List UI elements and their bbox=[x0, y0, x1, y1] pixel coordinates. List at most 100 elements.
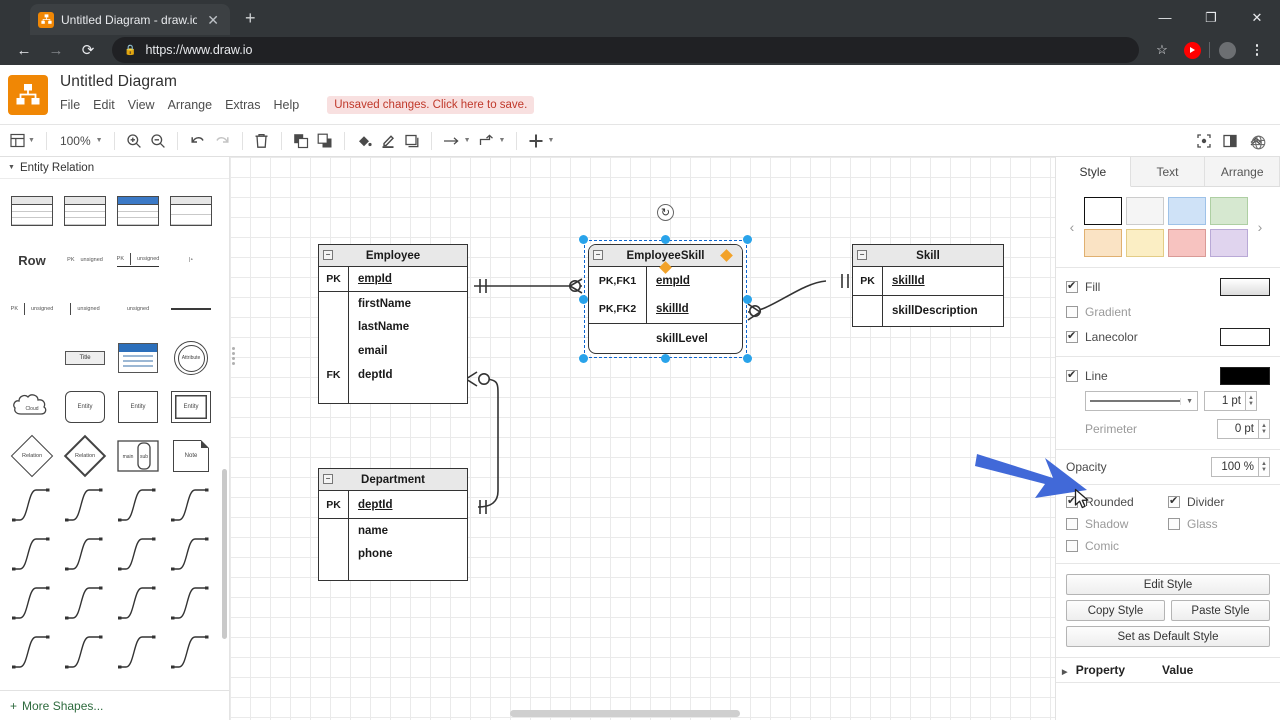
swatch-blue[interactable] bbox=[1168, 197, 1206, 225]
shape-table-3[interactable] bbox=[112, 187, 164, 235]
menu-view[interactable]: View bbox=[128, 98, 155, 112]
shape-relation-end[interactable]: |∘ bbox=[165, 236, 217, 284]
shape-divider-line[interactable] bbox=[165, 285, 217, 333]
shape-curve-11[interactable] bbox=[112, 579, 164, 627]
resize-handle-sw[interactable] bbox=[579, 354, 588, 363]
shape-pk-unsigned-3[interactable]: PK unsigned bbox=[6, 285, 58, 333]
shape-curve-8[interactable] bbox=[165, 530, 217, 578]
triangle-down-icon[interactable]: ▼ bbox=[8, 164, 15, 171]
collapse-minus-icon[interactable]: − bbox=[857, 250, 867, 260]
maximize-button[interactable]: ❐ bbox=[1188, 0, 1234, 35]
line-color-button[interactable] bbox=[1220, 367, 1270, 385]
opacity-value[interactable]: 100 % bbox=[1211, 457, 1259, 477]
waypoints-icon[interactable]: ▼ bbox=[475, 128, 510, 154]
entity-row[interactable]: PK empId bbox=[319, 267, 467, 291]
swatch-red[interactable] bbox=[1168, 229, 1206, 257]
opacity-stepper[interactable]: 100 % ▲ ▼ bbox=[1211, 457, 1270, 477]
rotate-icon[interactable]: ↻ bbox=[657, 204, 674, 221]
profile-avatar[interactable] bbox=[1214, 37, 1240, 63]
new-tab-button[interactable]: + bbox=[245, 9, 256, 27]
insert-plus-icon[interactable]: ▼ bbox=[524, 128, 558, 154]
globe-icon[interactable] bbox=[1251, 135, 1266, 153]
entity-header[interactable]: − Employee bbox=[319, 245, 467, 267]
address-bar[interactable]: 🔒 https://www.draw.io bbox=[112, 37, 1139, 63]
chevron-down-icon[interactable]: ▼ bbox=[96, 137, 103, 144]
resize-handle-w[interactable] bbox=[579, 295, 588, 304]
entity-skill[interactable]: − Skill PK skillId skillDescription bbox=[852, 244, 1004, 327]
resize-handle-e[interactable] bbox=[743, 295, 752, 304]
undo-icon[interactable] bbox=[185, 128, 210, 154]
entity-header[interactable]: − Department bbox=[319, 469, 467, 491]
stepper-arrows-icon[interactable]: ▲ ▼ bbox=[1259, 419, 1270, 439]
swatch-orange[interactable] bbox=[1084, 229, 1122, 257]
entity-row[interactable]: PK,FK2 skillId bbox=[589, 295, 742, 323]
document-title[interactable]: Untitled Diagram bbox=[60, 73, 534, 91]
shapes-scrollbar[interactable] bbox=[222, 469, 227, 639]
send-to-back-icon[interactable] bbox=[313, 128, 337, 154]
resize-handle-ne[interactable] bbox=[743, 235, 752, 244]
shape-entity-window[interactable] bbox=[112, 334, 164, 382]
line-width-value[interactable]: 1 pt bbox=[1204, 391, 1246, 411]
tab-close-icon[interactable]: ✕ bbox=[204, 11, 222, 29]
entity-row[interactable]: lastName bbox=[319, 315, 467, 339]
browser-tab[interactable]: Untitled Diagram - draw.io ✕ bbox=[30, 4, 230, 35]
forward-button[interactable]: → bbox=[42, 36, 70, 64]
edit-style-button[interactable]: Edit Style bbox=[1066, 574, 1270, 595]
copy-style-button[interactable]: Copy Style bbox=[1066, 600, 1165, 621]
shape-curve-3[interactable] bbox=[112, 481, 164, 529]
entity-row[interactable]: name bbox=[319, 518, 467, 542]
canvas-horizontal-scrollbar[interactable] bbox=[510, 710, 740, 717]
shape-curve-12[interactable] bbox=[165, 579, 217, 627]
chevron-down-icon[interactable]: ▼ bbox=[547, 137, 554, 144]
entity-employeeskill[interactable]: − EmployeeSkill PK,FK1 empId PK,FK2 skil… bbox=[579, 204, 752, 363]
line-color-icon[interactable] bbox=[376, 128, 400, 154]
more-shapes-button[interactable]: + More Shapes... bbox=[0, 690, 229, 720]
shape-pk-unsigned-2[interactable]: PK unsigned bbox=[112, 236, 164, 284]
shape-curve-13[interactable] bbox=[6, 628, 58, 676]
glass-checkbox[interactable] bbox=[1168, 518, 1180, 530]
fill-color-icon[interactable] bbox=[352, 128, 376, 154]
shape-note[interactable]: Note bbox=[165, 432, 217, 480]
shape-curve-9[interactable] bbox=[6, 579, 58, 627]
chevron-down-icon[interactable]: ▼ bbox=[499, 137, 506, 144]
window-close-button[interactable]: ✕ bbox=[1234, 0, 1280, 35]
zoom-in-icon[interactable] bbox=[122, 128, 146, 154]
back-button[interactable]: ← bbox=[10, 36, 38, 64]
shape-entity-square[interactable]: Entity bbox=[112, 383, 164, 431]
shape-entity-rounded[interactable]: Entity bbox=[59, 383, 111, 431]
gradient-checkbox[interactable] bbox=[1066, 306, 1078, 318]
youtube-extension-icon[interactable] bbox=[1179, 37, 1205, 63]
chevron-left-icon[interactable]: ‹ bbox=[1066, 219, 1078, 235]
shape-curve-2[interactable] bbox=[59, 481, 111, 529]
triangle-right-icon[interactable]: ▶ bbox=[1062, 669, 1067, 676]
property-table-header[interactable]: ▶ Property Value bbox=[1056, 658, 1280, 683]
chevron-right-icon[interactable]: › bbox=[1254, 219, 1266, 235]
entity-row[interactable]: FK deptId bbox=[319, 363, 467, 387]
tab-text[interactable]: Text bbox=[1131, 157, 1206, 186]
collapse-minus-icon[interactable]: − bbox=[323, 474, 333, 484]
line-style-select[interactable]: ▼ bbox=[1085, 391, 1198, 411]
shape-relation-diamond[interactable]: Relation bbox=[6, 432, 58, 480]
shape-table-4[interactable] bbox=[165, 187, 217, 235]
chrome-menu-icon[interactable] bbox=[1244, 37, 1270, 63]
swatch-green[interactable] bbox=[1210, 197, 1248, 225]
connection-arrow-icon[interactable]: ▼ bbox=[439, 128, 475, 154]
shape-table-2[interactable] bbox=[59, 187, 111, 235]
comic-checkbox[interactable] bbox=[1066, 540, 1078, 552]
menu-help[interactable]: Help bbox=[274, 98, 300, 112]
chevron-down-icon[interactable]: ▼ bbox=[464, 137, 471, 144]
swatch-light-gray[interactable] bbox=[1126, 197, 1164, 225]
set-default-style-button[interactable]: Set as Default Style bbox=[1066, 626, 1270, 647]
entity-row[interactable]: firstName bbox=[319, 291, 467, 315]
shape-relation-diamond-thick[interactable]: Relation bbox=[59, 432, 111, 480]
shadow-icon[interactable] bbox=[400, 128, 424, 154]
entity-row[interactable]: PK skillId bbox=[853, 267, 1003, 295]
redo-icon[interactable] bbox=[210, 128, 235, 154]
shape-main-sub[interactable]: main sub bbox=[112, 432, 164, 480]
bring-to-front-icon[interactable] bbox=[289, 128, 313, 154]
shape-entity-double[interactable]: Entity bbox=[165, 383, 217, 431]
shape-pk-unsigned-1[interactable]: PK unsigned bbox=[59, 236, 111, 284]
fill-color-button[interactable] bbox=[1220, 278, 1270, 296]
perimeter-value[interactable]: 0 pt bbox=[1217, 419, 1259, 439]
shape-curve-1[interactable] bbox=[6, 481, 58, 529]
